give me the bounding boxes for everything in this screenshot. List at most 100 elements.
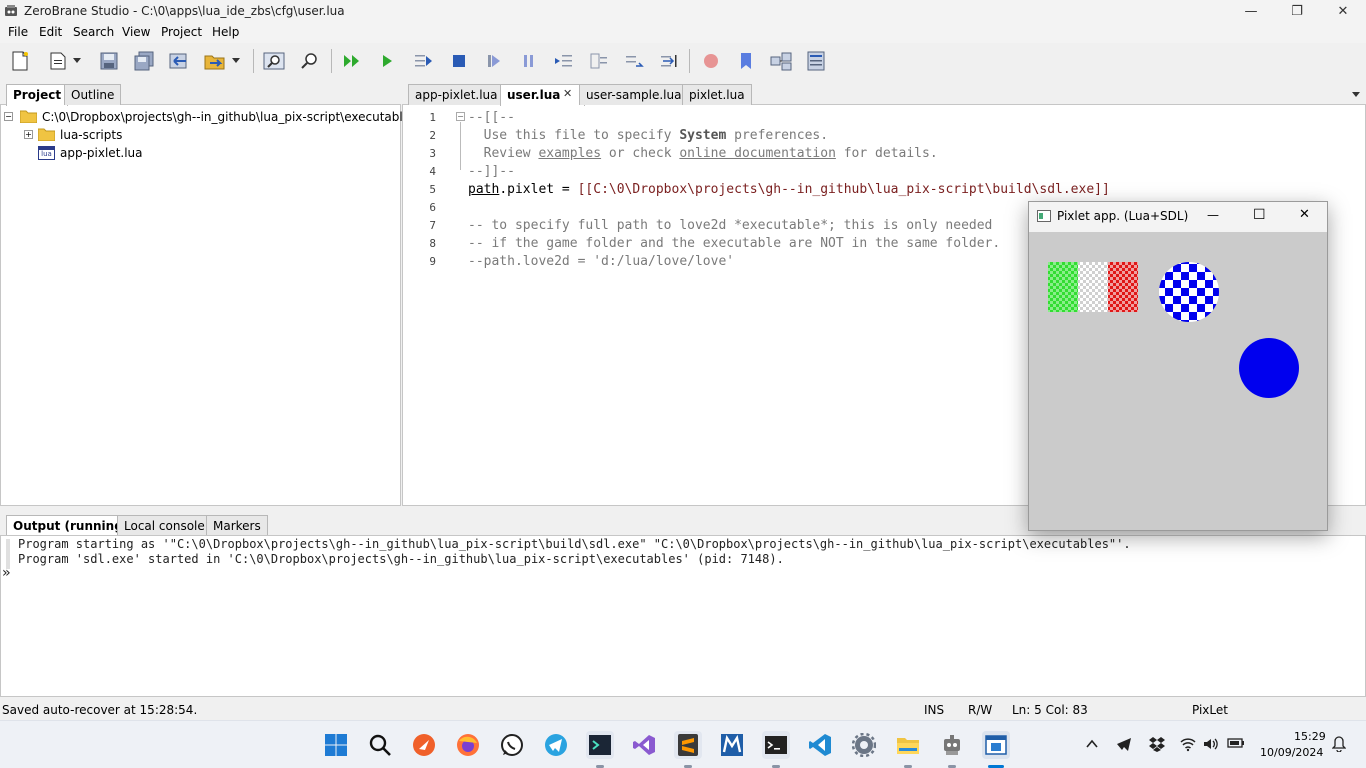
restore-button[interactable]: ❐ — [1274, 0, 1320, 22]
find-icon[interactable] — [262, 49, 286, 73]
line-number: 1 — [429, 111, 436, 124]
fold-marker-icon[interactable]: − — [456, 112, 465, 121]
pause-icon[interactable] — [517, 49, 541, 73]
tree-folder-label[interactable]: lua-scripts — [60, 128, 122, 142]
stack-window-icon[interactable] — [769, 49, 793, 73]
menu-help[interactable]: Help — [212, 25, 239, 39]
tab-markers[interactable]: Markers — [206, 515, 268, 536]
tab-pixlet[interactable]: pixlet.lua — [682, 84, 752, 105]
whatsapp-icon[interactable] — [498, 731, 526, 759]
menu-search[interactable]: Search — [73, 25, 114, 39]
project-choose-icon[interactable] — [203, 49, 227, 73]
pixlet-maximize-button[interactable]: ☐ — [1253, 207, 1266, 223]
notification-bell-icon[interactable] — [1332, 736, 1346, 752]
settings-icon[interactable] — [850, 731, 878, 759]
status-interpreter: PixLet — [1192, 703, 1228, 717]
pixlet-close-button[interactable]: ✕ — [1299, 207, 1310, 222]
command-prompt-icon[interactable] — [762, 731, 790, 759]
menu-edit[interactable]: Edit — [39, 25, 62, 39]
tab-output[interactable]: Output (running) — [6, 515, 136, 537]
search-icon[interactable] — [366, 731, 394, 759]
editor-tabs: app-pixlet.lua user.lua ✕ user-sample.lu… — [402, 80, 1366, 106]
tab-project[interactable]: Project — [6, 84, 69, 106]
save-all-icon[interactable] — [132, 49, 156, 73]
firefox-icon[interactable] — [454, 731, 482, 759]
menu-view[interactable]: View — [122, 25, 150, 39]
clock-date[interactable]: 10/09/2024 — [1260, 746, 1323, 759]
pixlet-minimize-button[interactable]: — — [1207, 208, 1219, 222]
tab-local-console[interactable]: Local console — [117, 515, 212, 536]
swift-app-icon[interactable] — [410, 731, 438, 759]
code-string: [[C:\0\Dropbox\projects\gh--in_github\lu… — [577, 182, 1110, 197]
tree-file-label[interactable]: app-pixlet.lua — [60, 146, 143, 160]
robot-app-icon[interactable] — [938, 731, 966, 759]
vscode-icon[interactable] — [806, 731, 834, 759]
step-over-icon[interactable] — [587, 49, 611, 73]
examples-link[interactable]: examples — [538, 146, 601, 161]
file-explorer-icon[interactable] — [894, 731, 922, 759]
tree-collapse-icon[interactable]: − — [4, 112, 13, 121]
tree-expand-icon[interactable]: + — [24, 130, 33, 139]
terminal-app-icon[interactable] — [586, 731, 614, 759]
lua-file-badge: lua — [41, 150, 52, 158]
tab-user-lua-label: user.lua — [507, 88, 561, 102]
tree-root-label[interactable]: C:\0\Dropbox\projects\gh--in_github\lua_… — [42, 110, 416, 124]
show-hidden-icons-chevron-icon[interactable] — [1086, 739, 1098, 749]
find-in-files-icon[interactable] — [298, 49, 322, 73]
tab-user-lua[interactable]: user.lua — [500, 84, 586, 106]
blue-circle — [1239, 338, 1299, 398]
step-into-icon[interactable] — [552, 49, 576, 73]
close-button[interactable]: ✕ — [1320, 0, 1366, 22]
break-icon[interactable] — [482, 49, 506, 73]
run-icon[interactable] — [375, 49, 399, 73]
new-file-icon[interactable] — [8, 49, 32, 73]
menu-project[interactable]: Project — [161, 25, 202, 39]
code-line-9: --path.love2d = 'd:/lua/love/love' — [468, 254, 735, 269]
windows-start-icon[interactable] — [322, 731, 350, 759]
clock-time[interactable]: 15:29 — [1294, 730, 1326, 743]
tab-app-pixlet[interactable]: app-pixlet.lua — [408, 84, 505, 105]
save-icon[interactable] — [97, 49, 121, 73]
wifi-icon[interactable] — [1180, 736, 1196, 752]
output-line: Program starting as '"C:\0\Dropbox\proje… — [18, 537, 1131, 551]
tab-close-icon[interactable]: ✕ — [563, 87, 572, 100]
open-file-icon[interactable] — [46, 49, 70, 73]
breakpoint-icon[interactable] — [699, 49, 723, 73]
visual-studio-icon[interactable] — [630, 731, 658, 759]
telegram-icon[interactable] — [542, 731, 570, 759]
volume-icon[interactable] — [1203, 736, 1219, 752]
toolbar-separator — [689, 49, 690, 73]
checkered-circle — [1159, 262, 1219, 322]
zerobrane-taskbar-icon[interactable] — [982, 731, 1010, 759]
code-text: path — [468, 182, 500, 197]
run-to-cursor-icon[interactable] — [412, 49, 436, 73]
project-directory-icon[interactable] — [167, 49, 191, 73]
online-documentation-link[interactable]: online documentation — [679, 146, 836, 161]
status-read-write: R/W — [968, 703, 993, 717]
folder-icon — [38, 128, 55, 141]
code-text: preferences. — [726, 128, 829, 143]
bookmark-icon[interactable] — [734, 49, 758, 73]
pixlet-app-window[interactable]: Pixlet app. (Lua+SDL) — ☐ ✕ — [1028, 201, 1328, 531]
tab-list-dropdown-icon[interactable] — [1352, 92, 1360, 98]
watch-window-icon[interactable] — [804, 49, 828, 73]
toolbar-separator — [253, 49, 254, 73]
sublime-text-icon[interactable] — [674, 731, 702, 759]
open-dropdown-icon[interactable] — [70, 49, 84, 73]
zerobrane-app-icon — [5, 5, 17, 16]
menu-file[interactable]: File — [8, 25, 28, 39]
stop-icon[interactable] — [447, 49, 471, 73]
project-panel — [0, 80, 401, 506]
telegram-tray-icon[interactable] — [1116, 736, 1132, 752]
tab-outline[interactable]: Outline — [64, 84, 122, 105]
console-prompt-icon[interactable]: » — [2, 565, 10, 581]
run-line-icon[interactable] — [657, 49, 681, 73]
start-debug-icon[interactable] — [340, 49, 364, 73]
dropbox-icon[interactable] — [1148, 736, 1166, 752]
battery-icon[interactable] — [1227, 737, 1245, 749]
tab-user-sample[interactable]: user-sample.lua — [579, 84, 689, 105]
project-dropdown-icon[interactable] — [229, 49, 243, 73]
step-out-icon[interactable] — [622, 49, 646, 73]
m-app-icon[interactable] — [718, 731, 746, 759]
minimize-button[interactable]: — — [1228, 0, 1274, 22]
